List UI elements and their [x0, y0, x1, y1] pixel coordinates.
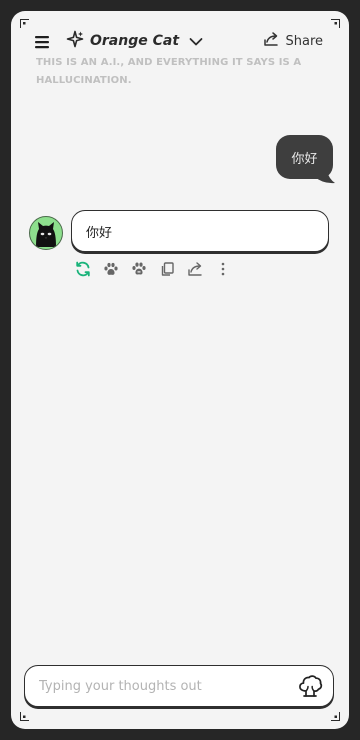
share-button[interactable]: Share — [263, 30, 323, 52]
app-panel: Orange Cat Share THIS IS AN A.I., AND EV… — [11, 11, 349, 729]
copy-icon[interactable] — [159, 261, 175, 277]
black-cat-avatar[interactable] — [29, 216, 63, 250]
message-actions — [75, 261, 243, 277]
assistant-message-bubble: 你好 — [71, 210, 329, 252]
message-input[interactable] — [39, 675, 279, 697]
composer — [24, 665, 334, 707]
corner-bracket-bottom-left-icon — [20, 711, 30, 721]
disclaimer-text: THIS IS AN A.I., AND EVERYTHING IT SAYS … — [36, 57, 302, 86]
model-selector[interactable]: Orange Cat — [66, 30, 203, 52]
user-bubble-tail-icon — [311, 171, 335, 184]
assistant-message-text: 你好 — [86, 225, 113, 241]
share-message-icon[interactable] — [187, 261, 203, 277]
tree-icon[interactable] — [297, 674, 323, 698]
corner-bracket-bottom-right-icon — [330, 711, 340, 721]
hamburger-menu-icon[interactable] — [34, 34, 50, 49]
share-label: Share — [285, 33, 323, 49]
chevron-down-icon — [189, 32, 203, 51]
more-vertical-icon[interactable] — [215, 261, 231, 277]
model-name: Orange Cat — [90, 33, 180, 49]
paw-thumbs-down-icon[interactable] — [131, 261, 147, 277]
regenerate-icon[interactable] — [75, 261, 91, 277]
sparkle-icon — [66, 30, 84, 52]
share-icon — [263, 31, 279, 51]
paw-thumbs-up-icon[interactable] — [103, 261, 119, 277]
